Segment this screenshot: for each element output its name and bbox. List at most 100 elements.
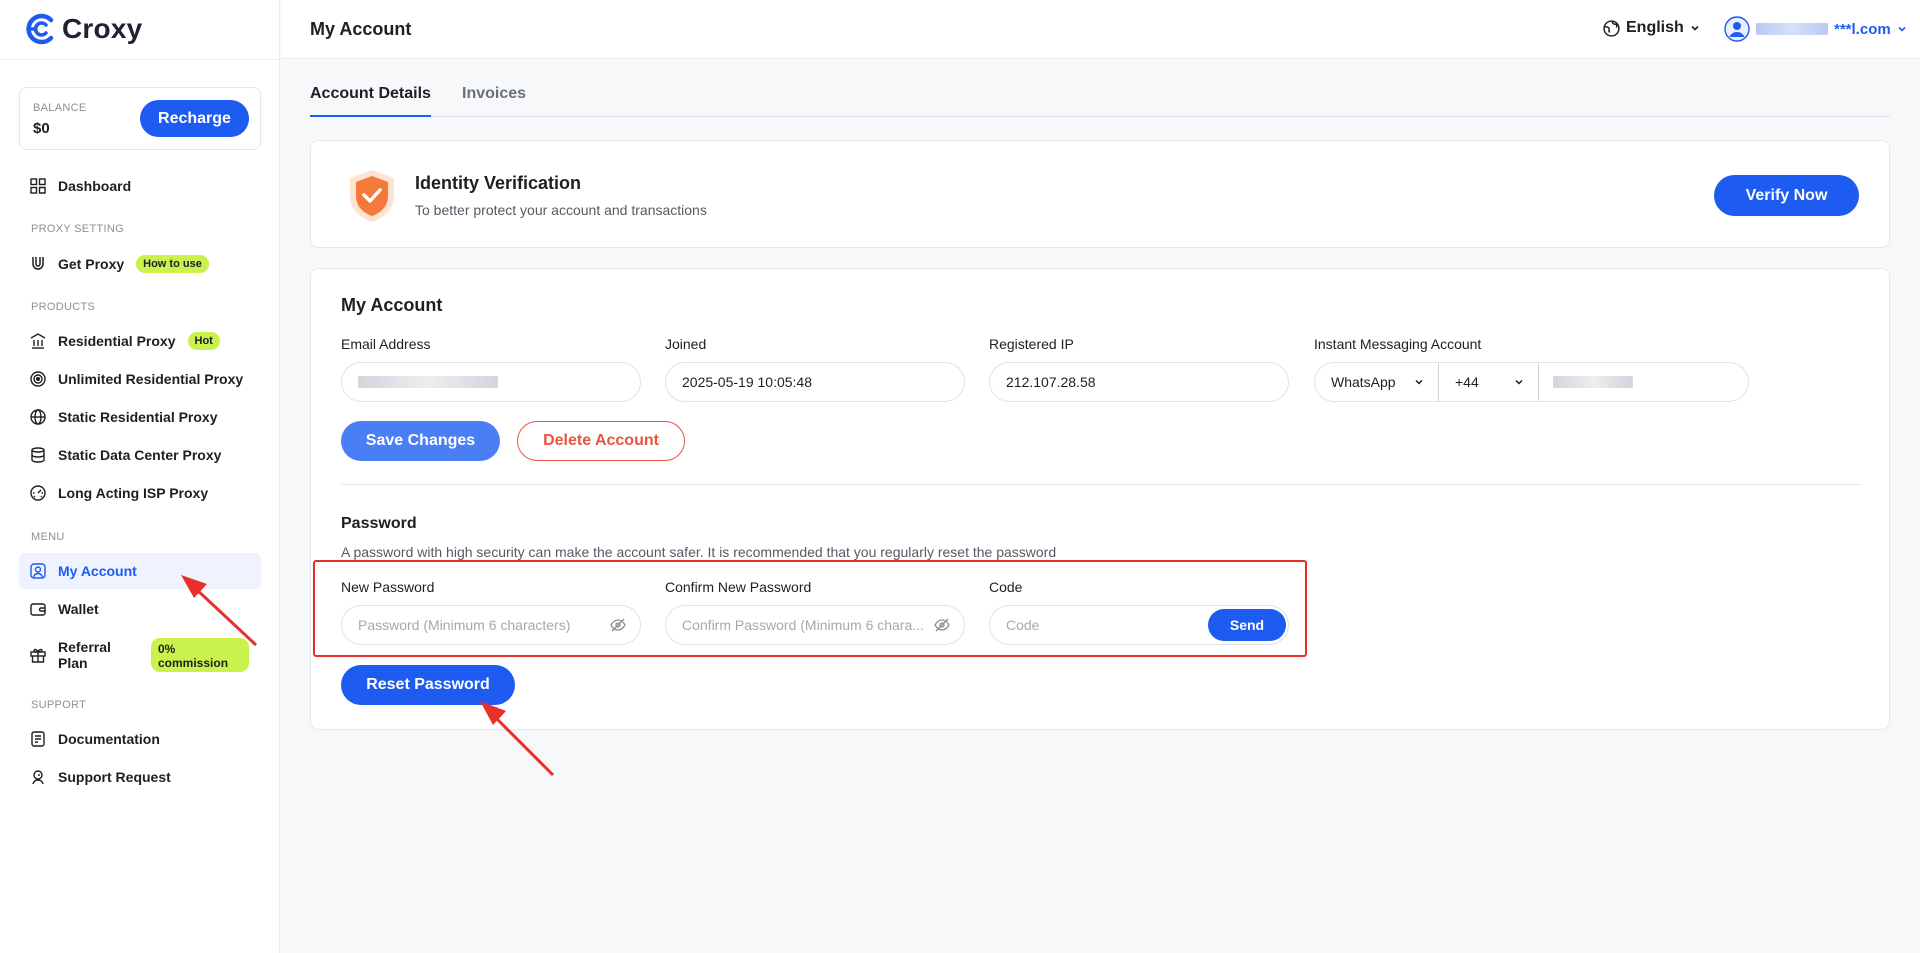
verify-title: Identity Verification — [415, 173, 582, 193]
sidebar-item-static-residential-proxy[interactable]: Static Residential Proxy — [19, 399, 261, 435]
gift-icon — [30, 647, 46, 663]
im-app-select[interactable]: WhatsApp — [1315, 363, 1439, 401]
section-label-support: SUPPORT — [31, 699, 87, 711]
sidebar-item-label: Dashboard — [58, 178, 132, 194]
chevron-down-icon — [1691, 25, 1699, 31]
new-password-placeholder: Password (Minimum 6 characters) — [358, 617, 571, 633]
top-header: My Account English ***l.com — [281, 0, 1920, 59]
document-icon — [30, 731, 46, 747]
code-label: Code — [989, 579, 1023, 595]
chevron-down-icon — [1415, 379, 1423, 385]
dashboard-icon — [30, 178, 46, 194]
support-icon — [30, 769, 46, 785]
user-icon — [30, 563, 46, 579]
sidebar-item-documentation[interactable]: Documentation — [19, 721, 261, 757]
im-app-value: WhatsApp — [1331, 374, 1396, 390]
sidebar-item-unlimited-residential-proxy[interactable]: Unlimited Residential Proxy — [19, 361, 261, 397]
verify-subtitle: To better protect your account and trans… — [415, 202, 707, 218]
logo-divider — [0, 59, 280, 60]
section-label-proxy-setting: PROXY SETTING — [31, 223, 124, 235]
email-redacted — [1756, 23, 1828, 35]
magnet-icon — [30, 256, 46, 272]
sidebar-item-label: Referral Plan — [58, 639, 111, 671]
page-title: My Account — [310, 19, 412, 39]
brand-name: Croxy — [62, 13, 143, 44]
section-label-menu: MENU — [31, 531, 65, 543]
section-divider — [341, 484, 1861, 485]
eye-off-icon[interactable] — [934, 618, 950, 632]
tab-invoices[interactable]: Invoices — [462, 85, 526, 115]
sidebar-item-label: My Account — [58, 563, 137, 579]
im-account-group: WhatsApp +44 — [1314, 362, 1749, 402]
database-icon — [30, 447, 46, 463]
sidebar: Croxy BALANCE $0 Recharge Dashboard PROX… — [0, 0, 280, 953]
chevron-down-icon — [1898, 26, 1906, 32]
sidebar-item-referral-plan[interactable]: Referral Plan 0% commission — [19, 635, 261, 675]
new-password-field[interactable]: Password (Minimum 6 characters) — [341, 605, 641, 645]
referral-line-1: Referral — [58, 639, 111, 655]
email-redacted — [358, 376, 498, 388]
shield-check-icon — [350, 170, 394, 222]
hot-badge: Hot — [187, 332, 220, 350]
referral-line-2: Plan — [58, 655, 88, 671]
new-password-label: New Password — [341, 579, 435, 595]
balance-card: BALANCE $0 Recharge — [19, 87, 261, 150]
tab-account-details[interactable]: Account Details — [310, 85, 431, 117]
save-changes-button[interactable]: Save Changes — [341, 421, 500, 461]
confirm-password-label: Confirm New Password — [665, 579, 812, 595]
avatar-icon — [1724, 16, 1750, 42]
wallet-icon — [30, 601, 46, 617]
sidebar-item-label: Static Data Center Proxy — [58, 447, 222, 463]
croxy-logo-icon — [26, 13, 54, 45]
my-account-card: My Account Email Address Joined 2025-05-… — [310, 268, 1890, 730]
sidebar-item-static-data-center-proxy[interactable]: Static Data Center Proxy — [19, 437, 261, 473]
my-account-title: My Account — [341, 295, 443, 315]
logo[interactable]: Croxy — [24, 10, 142, 48]
password-title: Password — [341, 515, 417, 532]
sidebar-item-label: Wallet — [58, 601, 99, 617]
email-field[interactable] — [341, 362, 641, 402]
confirm-password-field[interactable]: Confirm Password (Minimum 6 chara... — [665, 605, 965, 645]
sidebar-item-get-proxy[interactable]: Get Proxy How to use — [19, 246, 261, 282]
chevron-down-icon — [1515, 379, 1523, 385]
sidebar-item-my-account[interactable]: My Account — [19, 553, 261, 589]
balance-value: $0 — [33, 120, 50, 137]
sidebar-item-label: Support Request — [58, 769, 171, 785]
speedometer-icon — [30, 485, 46, 501]
eye-off-icon[interactable] — [610, 618, 626, 632]
sidebar-item-label: Documentation — [58, 731, 160, 747]
code-field[interactable]: Code Send — [989, 605, 1289, 645]
balance-label: BALANCE — [33, 102, 87, 114]
delete-account-button[interactable]: Delete Account — [517, 421, 685, 461]
identity-verification-card: Identity Verification To better protect … — [310, 140, 1890, 248]
language-selector[interactable]: English — [1603, 19, 1700, 37]
sidebar-item-wallet[interactable]: Wallet — [19, 591, 261, 627]
password-description: A password with high security can make t… — [341, 544, 1057, 560]
section-label-products: PRODUCTS — [31, 301, 96, 313]
im-account-label: Instant Messaging Account — [1314, 336, 1482, 352]
im-number-field[interactable] — [1539, 363, 1748, 401]
country-code-select[interactable]: +44 — [1439, 363, 1539, 401]
how-to-use-badge[interactable]: How to use — [136, 255, 209, 273]
send-code-button[interactable]: Send — [1208, 609, 1286, 641]
recharge-button[interactable]: Recharge — [140, 100, 249, 137]
sidebar-item-label: Residential Proxy — [58, 333, 176, 349]
user-email-suffix: ***l.com — [1834, 20, 1891, 38]
registered-ip-label: Registered IP — [989, 336, 1074, 352]
user-menu[interactable]: ***l.com — [1724, 16, 1907, 42]
sidebar-item-support-request[interactable]: Support Request — [19, 759, 261, 795]
email-label: Email Address — [341, 336, 431, 352]
building-icon — [30, 333, 46, 349]
joined-field: 2025-05-19 10:05:48 — [665, 362, 965, 402]
sidebar-item-dashboard[interactable]: Dashboard — [19, 168, 261, 204]
reset-password-button[interactable]: Reset Password — [341, 665, 515, 705]
country-code-value: +44 — [1455, 374, 1479, 390]
sidebar-item-label: Static Residential Proxy — [58, 409, 218, 425]
sidebar-item-long-acting-isp-proxy[interactable]: Long Acting ISP Proxy — [19, 475, 261, 511]
code-placeholder: Code — [1006, 617, 1040, 633]
verify-now-button[interactable]: Verify Now — [1714, 175, 1859, 216]
sidebar-item-label: Get Proxy — [58, 256, 125, 272]
sidebar-item-residential-proxy[interactable]: Residential Proxy Hot — [19, 323, 261, 359]
joined-label: Joined — [665, 336, 707, 352]
commission-badge: 0% commission — [151, 638, 249, 672]
